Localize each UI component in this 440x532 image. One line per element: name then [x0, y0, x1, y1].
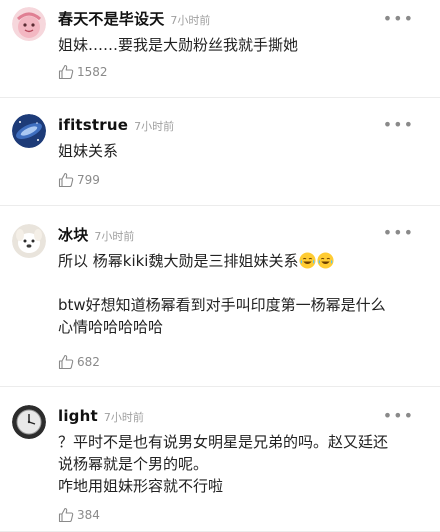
like-count: 384: [77, 508, 100, 522]
comment-line: ？平时不是也有说男女明星是兄弟的吗。赵又廷还: [58, 433, 389, 451]
comment-header: ifitstrue 7小时前: [58, 116, 174, 134]
comment-line: 姐妹……要我是大勋粉丝我就手撕她: [58, 36, 299, 54]
comment-line: 心情哈哈哈哈哈: [58, 318, 164, 336]
comment-line: 咋地用姐妹形容就不行啦: [58, 477, 224, 495]
comment-text: ？平时不是也有说男女明星是兄弟的吗。赵又廷还 说杨幂就是个男的呢。 咋地用姐妹形…: [58, 431, 420, 497]
more-options-icon[interactable]: •••: [383, 225, 414, 241]
like-button[interactable]: 384: [58, 507, 100, 523]
like-button[interactable]: 1582: [58, 64, 108, 80]
like-count: 1582: [77, 65, 108, 79]
thumbs-up-icon: [58, 64, 74, 80]
comment-card: 冰块 7小时前 ••• 所以 杨幂kiki魏大勋是三排姐妹关系 btw好想知道杨…: [0, 206, 440, 387]
username[interactable]: ifitstrue: [58, 116, 128, 134]
comment-card: light 7小时前 ••• ？平时不是也有说男女明星是兄弟的吗。赵又廷还 说杨…: [0, 387, 440, 532]
avatar[interactable]: [12, 405, 46, 439]
timestamp: 7小时前: [170, 14, 211, 27]
more-options-icon[interactable]: •••: [383, 408, 414, 424]
thumbs-up-icon: [58, 354, 74, 370]
more-options-icon[interactable]: •••: [383, 11, 414, 27]
comment-line: 说杨幂就是个男的呢。: [58, 455, 209, 473]
timestamp: 7小时前: [134, 120, 175, 133]
blue-galaxy-avatar-icon: [12, 114, 46, 148]
comment-line-text: 所以 杨幂kiki魏大勋是三排姐妹关系: [58, 252, 299, 270]
comment-text: 姐妹……要我是大勋粉丝我就手撕她: [58, 34, 420, 56]
comment-header: light 7小时前: [58, 407, 144, 425]
comment-line: 姐妹关系: [58, 142, 119, 160]
thumbs-up-icon: [58, 507, 74, 523]
comment-card: 春天不是毕设天 7小时前 ••• 姐妹……要我是大勋粉丝我就手撕她 1582: [0, 0, 440, 98]
like-count: 799: [77, 173, 100, 187]
comment-header: 春天不是毕设天 7小时前: [58, 8, 210, 29]
timestamp: 7小时前: [94, 230, 135, 243]
like-button[interactable]: 682: [58, 354, 100, 370]
username[interactable]: 冰块: [58, 224, 88, 245]
username[interactable]: light: [58, 407, 98, 425]
pink-character-avatar-icon: [12, 7, 46, 41]
comment-text: 所以 杨幂kiki魏大勋是三排姐妹关系 btw好想知道杨幂看到对手叫印度第一杨幂…: [58, 250, 420, 338]
avatar[interactable]: [12, 224, 46, 258]
like-count: 682: [77, 355, 100, 369]
comment-header: 冰块 7小时前: [58, 224, 134, 245]
laughing-tears-emoji-icon: [299, 252, 317, 269]
avatar[interactable]: [12, 7, 46, 41]
username[interactable]: 春天不是毕设天: [58, 8, 164, 29]
timestamp: 7小时前: [103, 411, 144, 424]
more-options-icon[interactable]: •••: [383, 117, 414, 133]
clock-avatar-icon: [12, 405, 46, 439]
like-button[interactable]: 799: [58, 172, 100, 188]
white-dog-avatar-icon: [12, 224, 46, 258]
comment-card: ifitstrue 7小时前 ••• 姐妹关系 799: [0, 98, 440, 206]
comment-text: 姐妹关系: [58, 140, 420, 162]
thumbs-up-icon: [58, 172, 74, 188]
laughing-tears-emoji-icon: [317, 252, 335, 269]
comment-line: 所以 杨幂kiki魏大勋是三排姐妹关系: [58, 250, 420, 272]
avatar[interactable]: [12, 114, 46, 148]
comment-line: btw好想知道杨幂看到对手叫印度第一杨幂是什么: [58, 296, 386, 314]
